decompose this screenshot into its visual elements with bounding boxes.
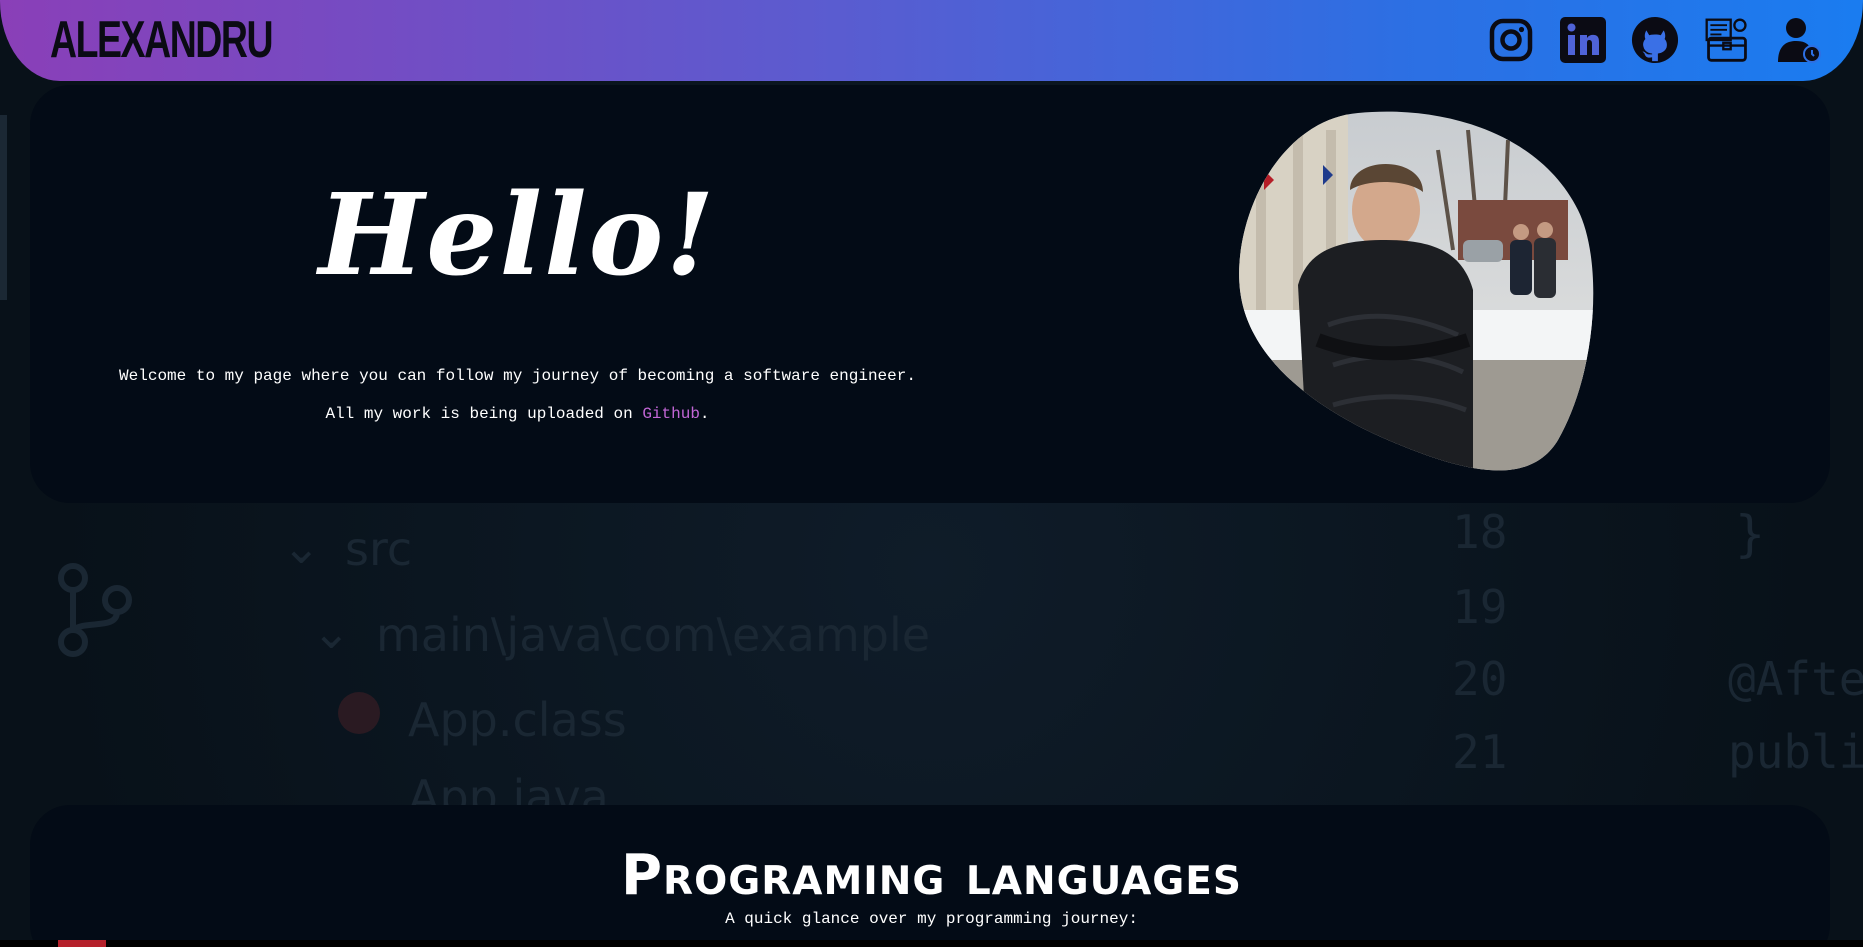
background-folder-path: main\java\com\example <box>376 608 931 662</box>
background-annotation: @Afte <box>1728 652 1863 706</box>
languages-title: Programing languages <box>621 843 1242 908</box>
background-keyword: publi <box>1728 725 1863 779</box>
instagram-icon[interactable] <box>1487 14 1535 66</box>
social-nav <box>1487 14 1823 66</box>
brand-logo[interactable]: ALEXANDRU <box>50 10 274 70</box>
languages-subtitle: A quick glance over my programming journ… <box>725 910 1138 928</box>
profile-photo <box>1239 111 1594 471</box>
bottom-red-tab <box>58 940 106 947</box>
github-link[interactable]: Github <box>642 405 700 423</box>
background-file-dot <box>338 692 380 734</box>
background-brace: } <box>1735 505 1766 563</box>
linkedin-icon[interactable] <box>1559 14 1607 66</box>
site-header: ALEXANDRU <box>0 0 1863 81</box>
background-chevron-2: ⌄ <box>312 605 351 659</box>
hero-welcome-text: Welcome to my page where you can follow … <box>119 367 916 385</box>
background-line-20: 20 <box>1452 652 1508 706</box>
background-line-19: 19 <box>1452 580 1508 634</box>
profile-icon[interactable] <box>1775 14 1823 66</box>
background-file-class: App.class <box>408 693 627 747</box>
bottom-bar <box>0 940 1863 947</box>
background-folder-src: src <box>345 522 413 576</box>
background-line-18: 18 <box>1452 505 1508 559</box>
upload-prefix: All my work is being uploaded on <box>325 405 643 423</box>
upload-suffix: . <box>699 405 710 423</box>
background-git-branch-icon <box>58 563 132 657</box>
background-line-21: 21 <box>1452 725 1508 779</box>
portfolio-icon[interactable] <box>1703 14 1751 66</box>
hero-upload-text: All my work is being uploaded on Github. <box>0 405 1035 423</box>
hero-greeting: Hello! <box>318 170 717 301</box>
github-icon[interactable] <box>1631 14 1679 66</box>
background-chevron: ⌄ <box>282 520 321 574</box>
